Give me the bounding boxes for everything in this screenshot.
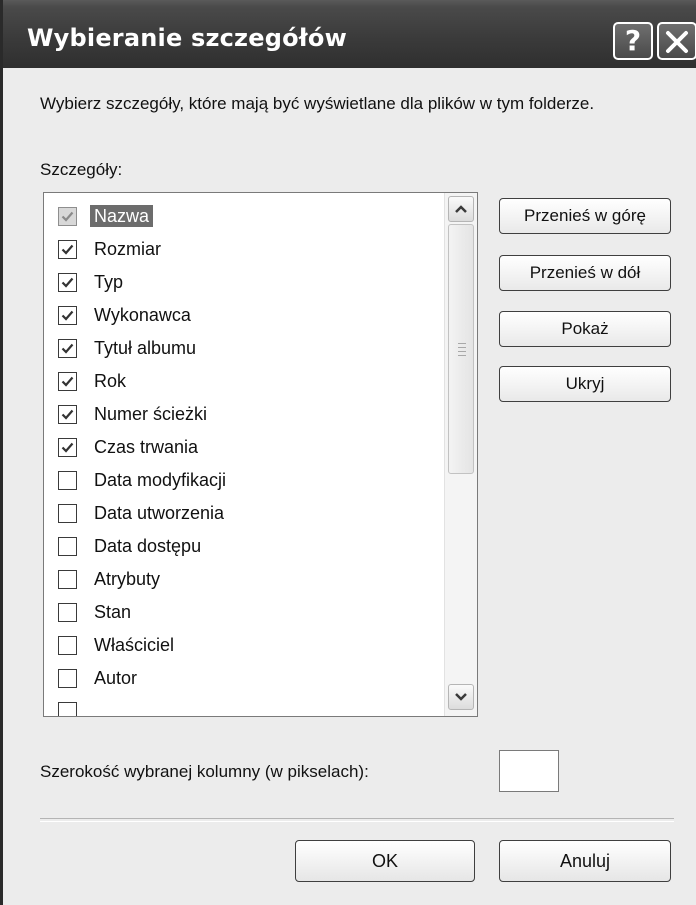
detail-checkbox[interactable]: [58, 306, 77, 325]
list-item[interactable]: Właściciel: [44, 628, 444, 661]
detail-label: Czas trwania: [94, 437, 199, 457]
list-item[interactable]: Rok: [44, 364, 444, 397]
thumb-grip-line: [458, 355, 466, 356]
detail-label: Wykonawca: [94, 305, 191, 325]
list-item[interactable]: Data dostępu: [44, 529, 444, 562]
column-width-input[interactable]: [499, 750, 559, 792]
detail-label: Data utworzenia: [94, 503, 225, 523]
choose-details-dialog: Wybieranie szczegółów ? Wybierz szczegół…: [0, 0, 696, 905]
list-item[interactable]: Tytuł albumu: [44, 331, 444, 364]
detail-checkbox[interactable]: [58, 372, 77, 391]
column-width-label: Szerokość wybranej kolumny (w pikselach)…: [40, 762, 369, 781]
title-bar[interactable]: Wybieranie szczegółów ?: [3, 0, 696, 68]
help-button[interactable]: ?: [613, 22, 653, 60]
move-up-button[interactable]: Przenieś w górę: [499, 198, 671, 234]
detail-checkbox[interactable]: [58, 504, 77, 523]
checkmark-icon: [61, 244, 74, 255]
checkmark-icon: [61, 277, 74, 288]
separator: [40, 818, 674, 822]
detail-checkbox[interactable]: [58, 669, 77, 688]
thumb-grip-line: [458, 347, 466, 348]
detail-checkbox[interactable]: [58, 537, 77, 556]
hide-button[interactable]: Ukryj: [499, 366, 671, 402]
list-item[interactable]: Numer ścieżki: [44, 397, 444, 430]
dialog-title: Wybieranie szczegółów: [27, 24, 347, 52]
detail-label: Właściciel: [94, 635, 175, 655]
scrollbar-thumb[interactable]: [448, 224, 474, 474]
detail-checkbox: [58, 702, 77, 716]
list-item[interactable]: Typ: [44, 265, 444, 298]
list-item[interactable]: Data utworzenia: [44, 496, 444, 529]
close-icon: [666, 31, 688, 53]
cancel-button[interactable]: Anuluj: [499, 840, 671, 882]
detail-checkbox[interactable]: [58, 273, 77, 292]
list-item[interactable]: Data modyfikacji: [44, 463, 444, 496]
list-item[interactable]: Nazwa: [44, 199, 444, 232]
thumb-grip-line: [458, 351, 466, 352]
list-item[interactable]: Atrybuty: [44, 562, 444, 595]
list-item-partial: [44, 694, 444, 716]
list-item[interactable]: Wykonawca: [44, 298, 444, 331]
checkmark-icon: [61, 376, 74, 387]
detail-checkbox[interactable]: [58, 603, 77, 622]
detail-checkbox[interactable]: [58, 570, 77, 589]
detail-label: Rozmiar: [94, 239, 162, 259]
list-item[interactable]: Stan: [44, 595, 444, 628]
instructions-text: Wybierz szczegóły, które mają być wyświe…: [40, 94, 595, 113]
detail-checkbox[interactable]: [58, 636, 77, 655]
details-scrollbar[interactable]: [444, 193, 477, 716]
detail-checkbox[interactable]: [58, 405, 77, 424]
detail-label: Stan: [94, 602, 132, 622]
show-button[interactable]: Pokaż: [499, 311, 671, 347]
detail-checkbox[interactable]: [58, 240, 77, 259]
detail-checkbox[interactable]: [58, 339, 77, 358]
detail-checkbox[interactable]: [58, 438, 77, 457]
list-item[interactable]: Czas trwania: [44, 430, 444, 463]
scroll-up-button[interactable]: [448, 196, 474, 222]
close-button[interactable]: [657, 22, 696, 60]
detail-label: Data modyfikacji: [94, 470, 227, 490]
move-down-button[interactable]: Przenieś w dół: [499, 255, 671, 291]
detail-checkbox: [58, 207, 77, 226]
details-list[interactable]: Nazwa Rozmiar Typ Wykonawca Tytuł albumu Rok N…: [43, 192, 478, 717]
detail-label: Nazwa: [90, 205, 154, 227]
detail-label: Typ: [94, 272, 124, 292]
checkmark-icon: [61, 409, 74, 420]
detail-label: Rok: [94, 371, 127, 391]
scroll-down-button[interactable]: [448, 684, 474, 710]
checkmark-icon: [61, 343, 74, 354]
detail-label: Autor: [94, 668, 138, 688]
details-label: Szczegóły:: [40, 160, 123, 179]
detail-checkbox[interactable]: [58, 471, 77, 490]
list-item[interactable]: Autor: [44, 661, 444, 694]
detail-label: Atrybuty: [94, 569, 161, 589]
chevron-up-icon: [455, 205, 467, 213]
detail-label: Numer ścieżki: [94, 404, 208, 424]
checkmark-icon: [61, 310, 74, 321]
checkmark-icon: [61, 211, 74, 222]
checkmark-icon: [61, 442, 74, 453]
ok-button[interactable]: OK: [295, 840, 475, 882]
detail-label: Tytuł albumu: [94, 338, 197, 358]
chevron-down-icon: [455, 693, 467, 701]
thumb-grip-line: [458, 343, 466, 344]
detail-label: Data dostępu: [94, 536, 202, 556]
list-item[interactable]: Rozmiar: [44, 232, 444, 265]
